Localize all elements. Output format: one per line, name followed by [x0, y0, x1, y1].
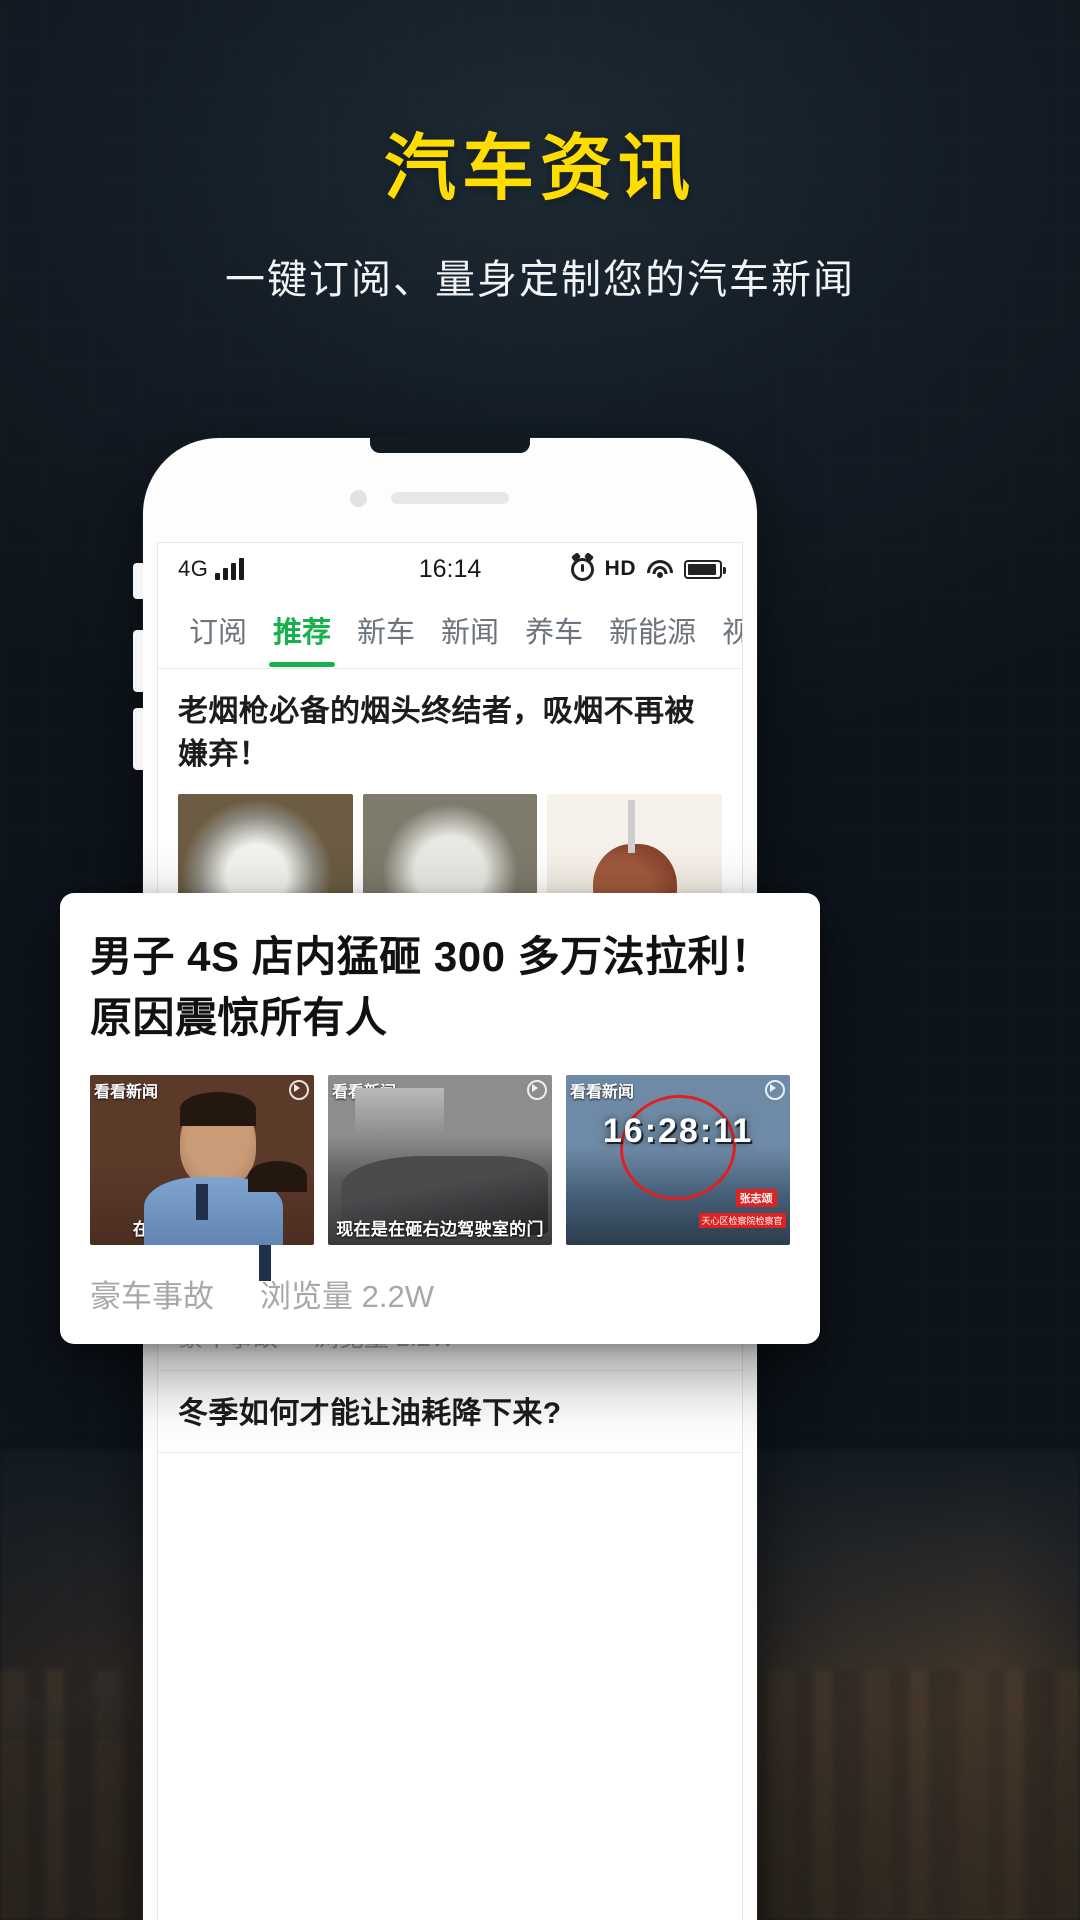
page-subtitle: 一键订阅、量身定制您的汽车新闻	[225, 257, 855, 302]
thumbnail-watermark: 看看新闻	[570, 1083, 635, 1101]
thumbnail-image[interactable]: 看看新闻 在银行也借不到钱	[90, 1074, 314, 1245]
feed-item-title: 冬季如何才能让油耗降下来?	[178, 1397, 562, 1431]
thumbnail-caption: 现在是在砸右边驾驶室的门	[336, 1219, 544, 1239]
tab-news[interactable]: 新闻	[428, 603, 512, 667]
signal-bars-icon	[215, 558, 245, 580]
wifi-icon	[647, 559, 673, 579]
thumbnail-image[interactable]: 看看新闻 现在是在砸右边驾驶室的门	[328, 1074, 552, 1245]
tab-new-cars[interactable]: 新车	[344, 603, 428, 667]
category-tab-bar[interactable]: 订阅 推荐 新车 新闻 养车 新能源 视频	[158, 595, 742, 669]
video-badge-icon	[765, 1079, 785, 1100]
phone-front-camera	[350, 490, 367, 507]
card-meta: 豪车事故 浏览量 2.2W	[90, 1271, 790, 1316]
card-thumbnails: 看看新闻 在银行也借不到钱 看看新闻 现在是在砸右边驾驶室的门 16:28:11…	[90, 1074, 790, 1245]
thumbnail-watermark: 看看新闻	[94, 1083, 159, 1101]
status-bar-left: 4G	[178, 556, 419, 582]
phone-earpiece	[391, 492, 509, 504]
card-source: 豪车事故	[90, 1278, 214, 1314]
phone-volume-down-button[interactable]	[133, 708, 143, 770]
status-bar-right: HD	[481, 557, 726, 581]
person-name-tag: 张志颂	[735, 1189, 777, 1208]
feed-item-title: 老烟枪必备的烟头终结者，吸烟不再被嫌弃！	[178, 695, 695, 771]
tab-recommend[interactable]: 推荐	[260, 603, 344, 667]
battery-icon	[684, 559, 726, 579]
alarm-clock-icon	[570, 557, 594, 581]
tab-new-energy[interactable]: 新能源	[596, 603, 709, 667]
person-title-tag: 天心区检察院检察官	[698, 1212, 786, 1228]
network-type-label: 4G	[178, 556, 209, 581]
cctv-timestamp: 16:28:11	[602, 1112, 754, 1151]
feed-item[interactable]: 冬季如何才能让油耗降下来?	[158, 1371, 742, 1453]
hero-section: 汽车资讯 一键订阅、量身定制您的汽车新闻	[0, 128, 1080, 305]
page-title: 汽车资讯	[383, 129, 696, 209]
thumbnail-image[interactable]: 16:28:11 张志颂 天心区检察院检察官 看看新闻	[566, 1074, 790, 1245]
hd-voice-label: HD	[604, 557, 636, 580]
tab-video[interactable]: 视频	[709, 603, 742, 667]
thumbnail-watermark: 看看新闻	[332, 1083, 397, 1101]
phone-top-notch	[370, 437, 530, 453]
highlighted-article-card[interactable]: 男子 4S 店内猛砸 300 多万法拉利！原因震惊所有人 看看新闻 在银行也借不…	[60, 893, 820, 1344]
status-bar: 4G 16:14 HD	[158, 543, 742, 595]
card-views: 浏览量 2.2W	[260, 1278, 434, 1314]
card-title: 男子 4S 店内猛砸 300 多万法拉利！原因震惊所有人	[90, 933, 773, 1041]
video-badge-icon	[527, 1079, 547, 1100]
tab-car-care[interactable]: 养车	[512, 603, 596, 667]
tab-subscribe[interactable]: 订阅	[176, 603, 260, 667]
phone-mute-switch[interactable]	[133, 563, 143, 599]
video-badge-icon	[289, 1079, 309, 1100]
phone-volume-up-button[interactable]	[133, 630, 143, 692]
status-bar-clock: 16:14	[418, 554, 482, 583]
